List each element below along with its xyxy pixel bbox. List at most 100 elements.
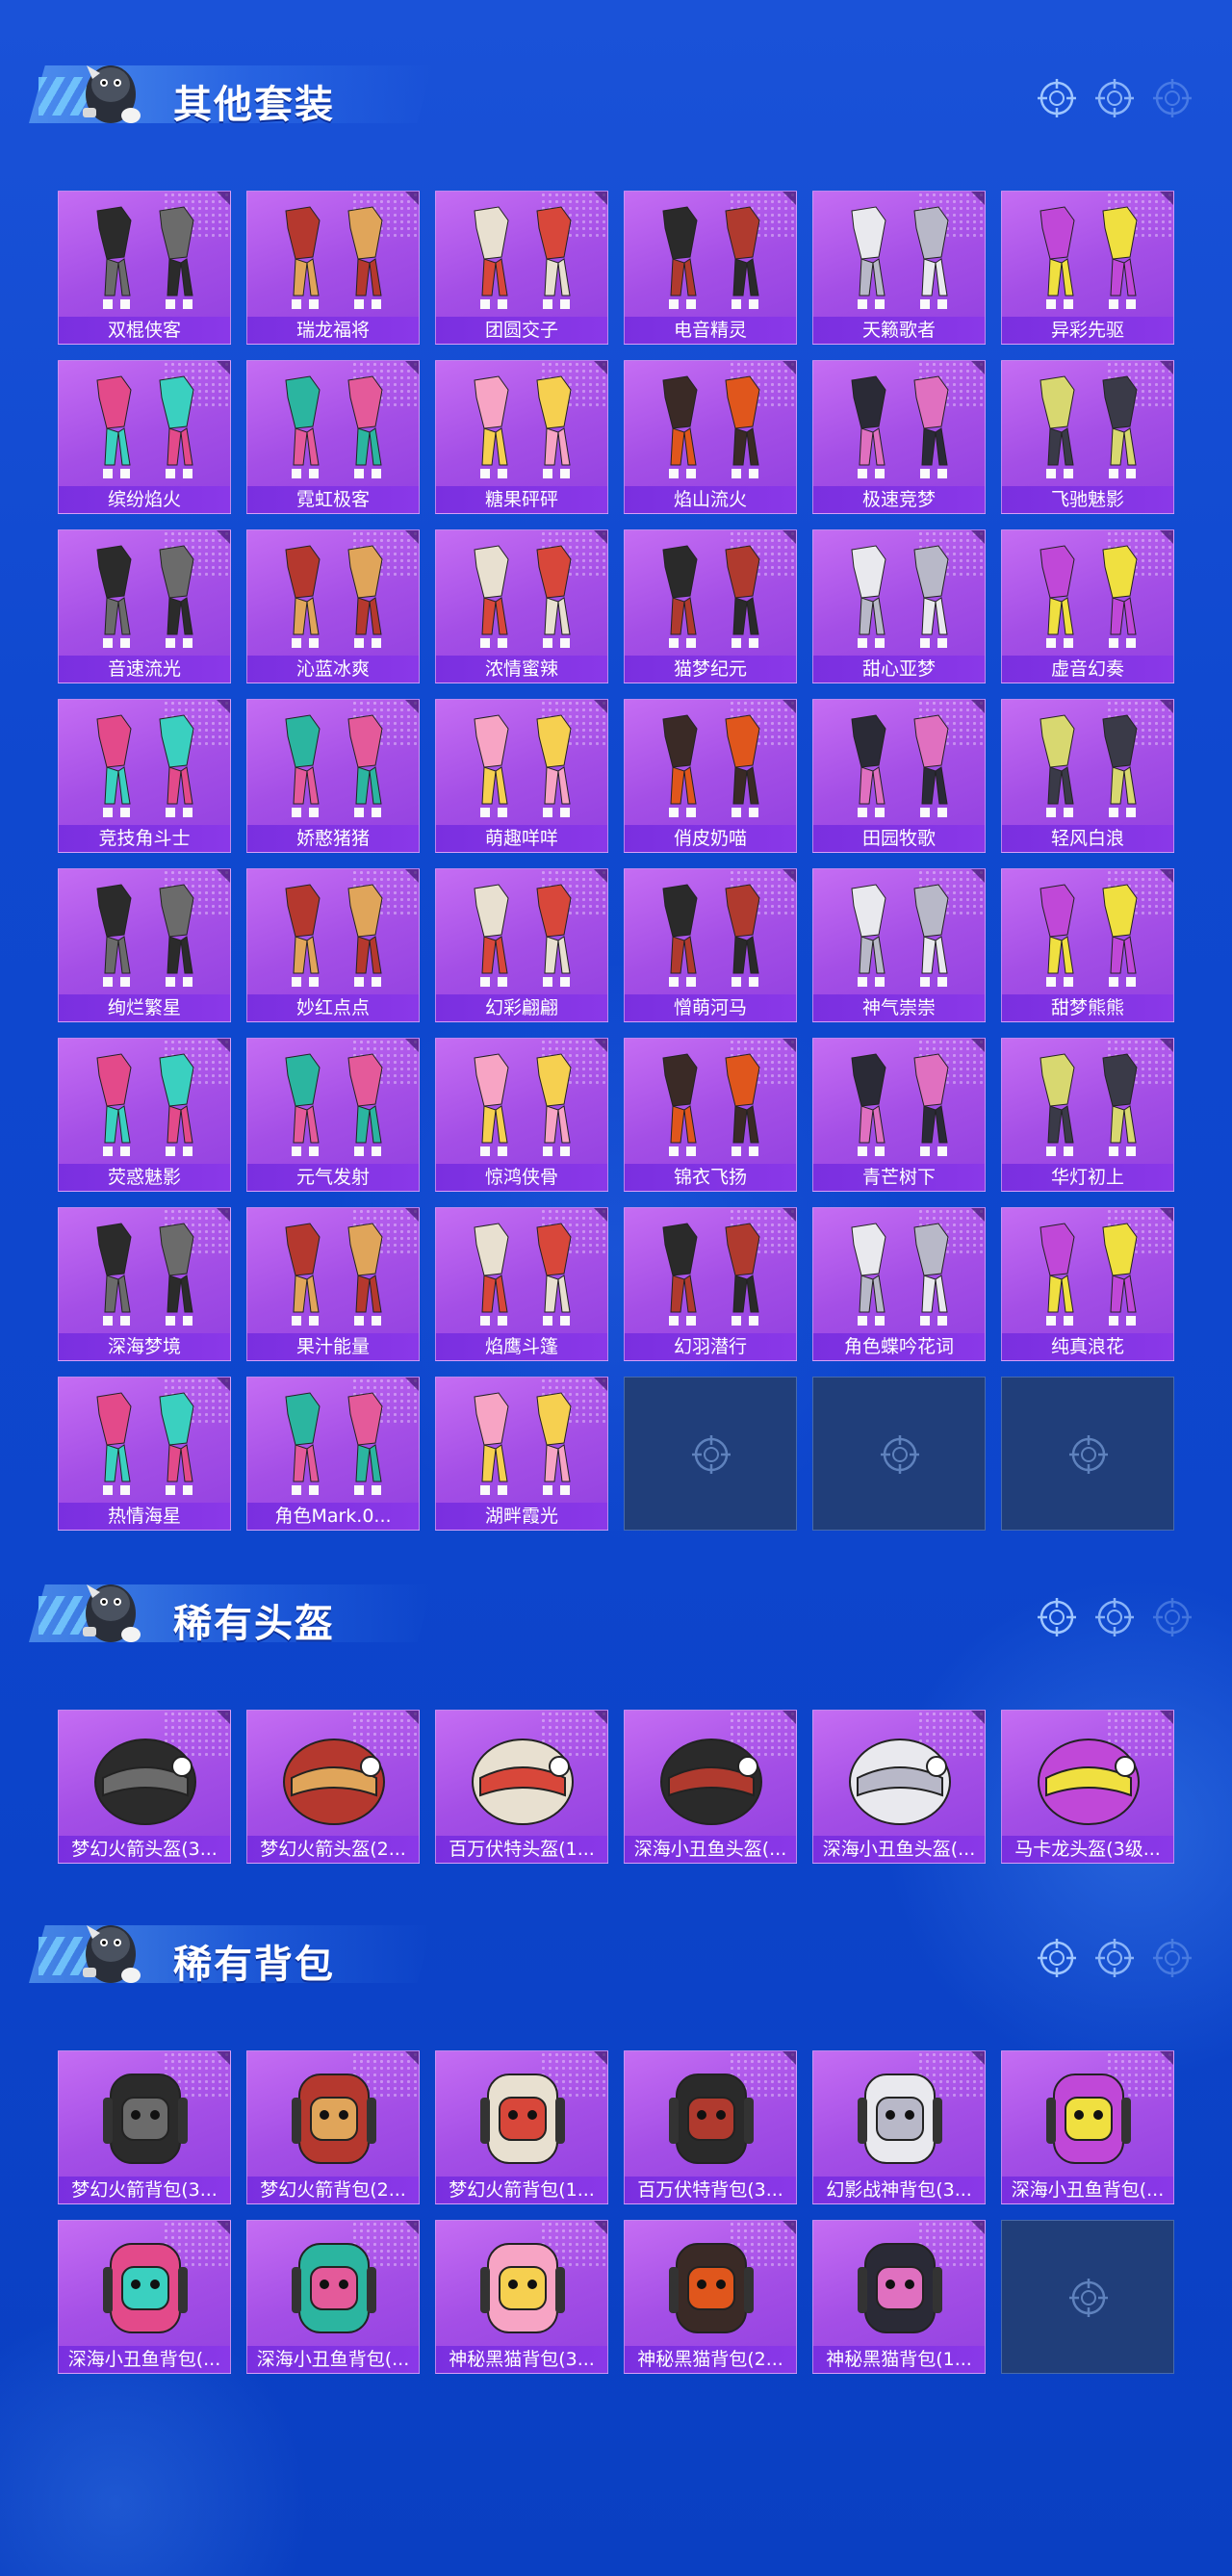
- item-card[interactable]: 神秘黑猫背包(3...: [435, 2220, 608, 2374]
- item-card[interactable]: 深海小丑鱼背包(...: [246, 2220, 420, 2374]
- item-image: [68, 877, 222, 992]
- item-card[interactable]: 音速流光: [58, 529, 231, 683]
- item-card[interactable]: 华灯初上: [1001, 1038, 1174, 1192]
- item-card[interactable]: 幻彩翩翩: [435, 868, 608, 1022]
- item-card[interactable]: 双棍侠客: [58, 191, 231, 345]
- item-image: [823, 877, 977, 992]
- item-card[interactable]: 绚烂繁星: [58, 868, 231, 1022]
- item-card[interactable]: 竞技角斗士: [58, 699, 231, 853]
- item-card[interactable]: 神秘黑猫背包(1...: [812, 2220, 986, 2374]
- item-image: [68, 1718, 222, 1834]
- item-image: [257, 877, 411, 992]
- item-image: [257, 369, 411, 484]
- item-name: 绚烂繁星: [59, 994, 230, 1021]
- item-image: [823, 708, 977, 823]
- target-icon: [1093, 1937, 1136, 1979]
- item-image: [823, 2059, 977, 2175]
- item-name: 百万伏特背包(3...: [625, 2177, 796, 2203]
- item-card[interactable]: 深海梦境: [58, 1207, 231, 1361]
- item-card[interactable]: 深海小丑鱼背包(...: [1001, 2050, 1174, 2204]
- item-card[interactable]: 梦幻火箭背包(1...: [435, 2050, 608, 2204]
- item-card[interactable]: 霓虹极客: [246, 360, 420, 514]
- item-card[interactable]: 马卡龙头盔(3级...: [1001, 1710, 1174, 1864]
- item-card[interactable]: 飞驰魅影: [1001, 360, 1174, 514]
- item-card[interactable]: 百万伏特头盔(1...: [435, 1710, 608, 1864]
- item-name: 梦幻火箭头盔(2...: [247, 1836, 419, 1863]
- item-grid: 双棍侠客 瑞龙福将 团圆交子 电音精灵 天籁歌者 异彩先驱 缤纷焰火 霓虹极客 …: [58, 191, 1174, 1531]
- target-icon: [1093, 77, 1136, 119]
- item-card[interactable]: 沁蓝冰爽: [246, 529, 420, 683]
- item-card[interactable]: 电音精灵: [624, 191, 797, 345]
- item-image: [68, 2059, 222, 2175]
- item-card[interactable]: 深海小丑鱼背包(...: [58, 2220, 231, 2374]
- item-image: [257, 1046, 411, 1162]
- section-title: 稀有背包: [173, 1943, 335, 1987]
- item-card[interactable]: 梦幻火箭头盔(3...: [58, 1710, 231, 1864]
- section-helmets: 稀有头盔 梦幻火箭头盔(3... 梦幻火箭头盔(2... 百万伏特头盔(1...…: [0, 1558, 1232, 1864]
- item-card[interactable]: 猫梦纪元: [624, 529, 797, 683]
- item-card[interactable]: 浓情蜜辣: [435, 529, 608, 683]
- item-card[interactable]: 元气发射: [246, 1038, 420, 1192]
- item-card[interactable]: 极速竞梦: [812, 360, 986, 514]
- item-card[interactable]: 娇憨猪猪: [246, 699, 420, 853]
- item-image: [446, 369, 600, 484]
- item-card[interactable]: 深海小丑鱼头盔(...: [812, 1710, 986, 1864]
- item-card[interactable]: 纯真浪花: [1001, 1207, 1174, 1361]
- item-name: 惊鸿侠骨: [436, 1164, 607, 1191]
- item-image: [68, 2228, 222, 2344]
- item-card[interactable]: 幻羽潜行: [624, 1207, 797, 1361]
- item-name: 荧惑魅影: [59, 1164, 230, 1191]
- item-card[interactable]: 荧惑魅影: [58, 1038, 231, 1192]
- item-image: [1012, 1718, 1166, 1834]
- item-name: 深海小丑鱼头盔(...: [625, 1836, 796, 1863]
- item-card[interactable]: 热情海星: [58, 1377, 231, 1531]
- item-card[interactable]: 异彩先驱: [1001, 191, 1174, 345]
- item-card[interactable]: 憎萌河马: [624, 868, 797, 1022]
- item-card[interactable]: 焰鹰斗篷: [435, 1207, 608, 1361]
- item-card[interactable]: 团圆交子: [435, 191, 608, 345]
- item-name: 虚音幻奏: [1002, 656, 1173, 683]
- item-image: [823, 2228, 977, 2344]
- item-card[interactable]: 神秘黑猫背包(2...: [624, 2220, 797, 2374]
- item-card[interactable]: 甜心亚梦: [812, 529, 986, 683]
- item-card[interactable]: 俏皮奶喵: [624, 699, 797, 853]
- item-image: [823, 369, 977, 484]
- item-image: [68, 369, 222, 484]
- item-card[interactable]: 梦幻火箭头盔(2...: [246, 1710, 420, 1864]
- item-name: 双棍侠客: [59, 317, 230, 344]
- item-card[interactable]: 糖果砰砰: [435, 360, 608, 514]
- item-card[interactable]: 田园牧歌: [812, 699, 986, 853]
- empty-slot: [624, 1377, 797, 1531]
- item-card[interactable]: 角色蝶吟花词: [812, 1207, 986, 1361]
- item-name: 浓情蜜辣: [436, 656, 607, 683]
- item-card[interactable]: 梦幻火箭背包(3...: [58, 2050, 231, 2204]
- item-card[interactable]: 湖畔霞光: [435, 1377, 608, 1531]
- section-header: 其他套装: [0, 39, 1232, 135]
- item-card[interactable]: 轻风白浪: [1001, 699, 1174, 853]
- item-card[interactable]: 梦幻火箭背包(2...: [246, 2050, 420, 2204]
- item-name: 深海小丑鱼头盔(...: [813, 1836, 985, 1863]
- target-icon: [879, 1433, 921, 1476]
- item-card[interactable]: 果汁能量: [246, 1207, 420, 1361]
- item-card[interactable]: 角色Mark.0...: [246, 1377, 420, 1531]
- item-card[interactable]: 瑞龙福将: [246, 191, 420, 345]
- section-header: 稀有背包: [0, 1898, 1232, 1995]
- item-card[interactable]: 神气崇崇: [812, 868, 986, 1022]
- item-card[interactable]: 锦衣飞扬: [624, 1038, 797, 1192]
- item-card[interactable]: 甜梦熊熊: [1001, 868, 1174, 1022]
- item-card[interactable]: 萌趣咩咩: [435, 699, 608, 853]
- item-card[interactable]: 天籁歌者: [812, 191, 986, 345]
- item-card[interactable]: 焰山流火: [624, 360, 797, 514]
- item-card[interactable]: 缤纷焰火: [58, 360, 231, 514]
- item-card[interactable]: 惊鸿侠骨: [435, 1038, 608, 1192]
- item-name: 梦幻火箭背包(2...: [247, 2177, 419, 2203]
- item-card[interactable]: 妙红点点: [246, 868, 420, 1022]
- target-icon: [1151, 77, 1194, 119]
- item-name: 深海小丑鱼背包(...: [1002, 2177, 1173, 2203]
- item-card[interactable]: 百万伏特背包(3...: [624, 2050, 797, 2204]
- item-card[interactable]: 深海小丑鱼头盔(...: [624, 1710, 797, 1864]
- item-image: [823, 538, 977, 654]
- item-card[interactable]: 虚音幻奏: [1001, 529, 1174, 683]
- item-card[interactable]: 幻影战神背包(3...: [812, 2050, 986, 2204]
- item-card[interactable]: 青芒树下: [812, 1038, 986, 1192]
